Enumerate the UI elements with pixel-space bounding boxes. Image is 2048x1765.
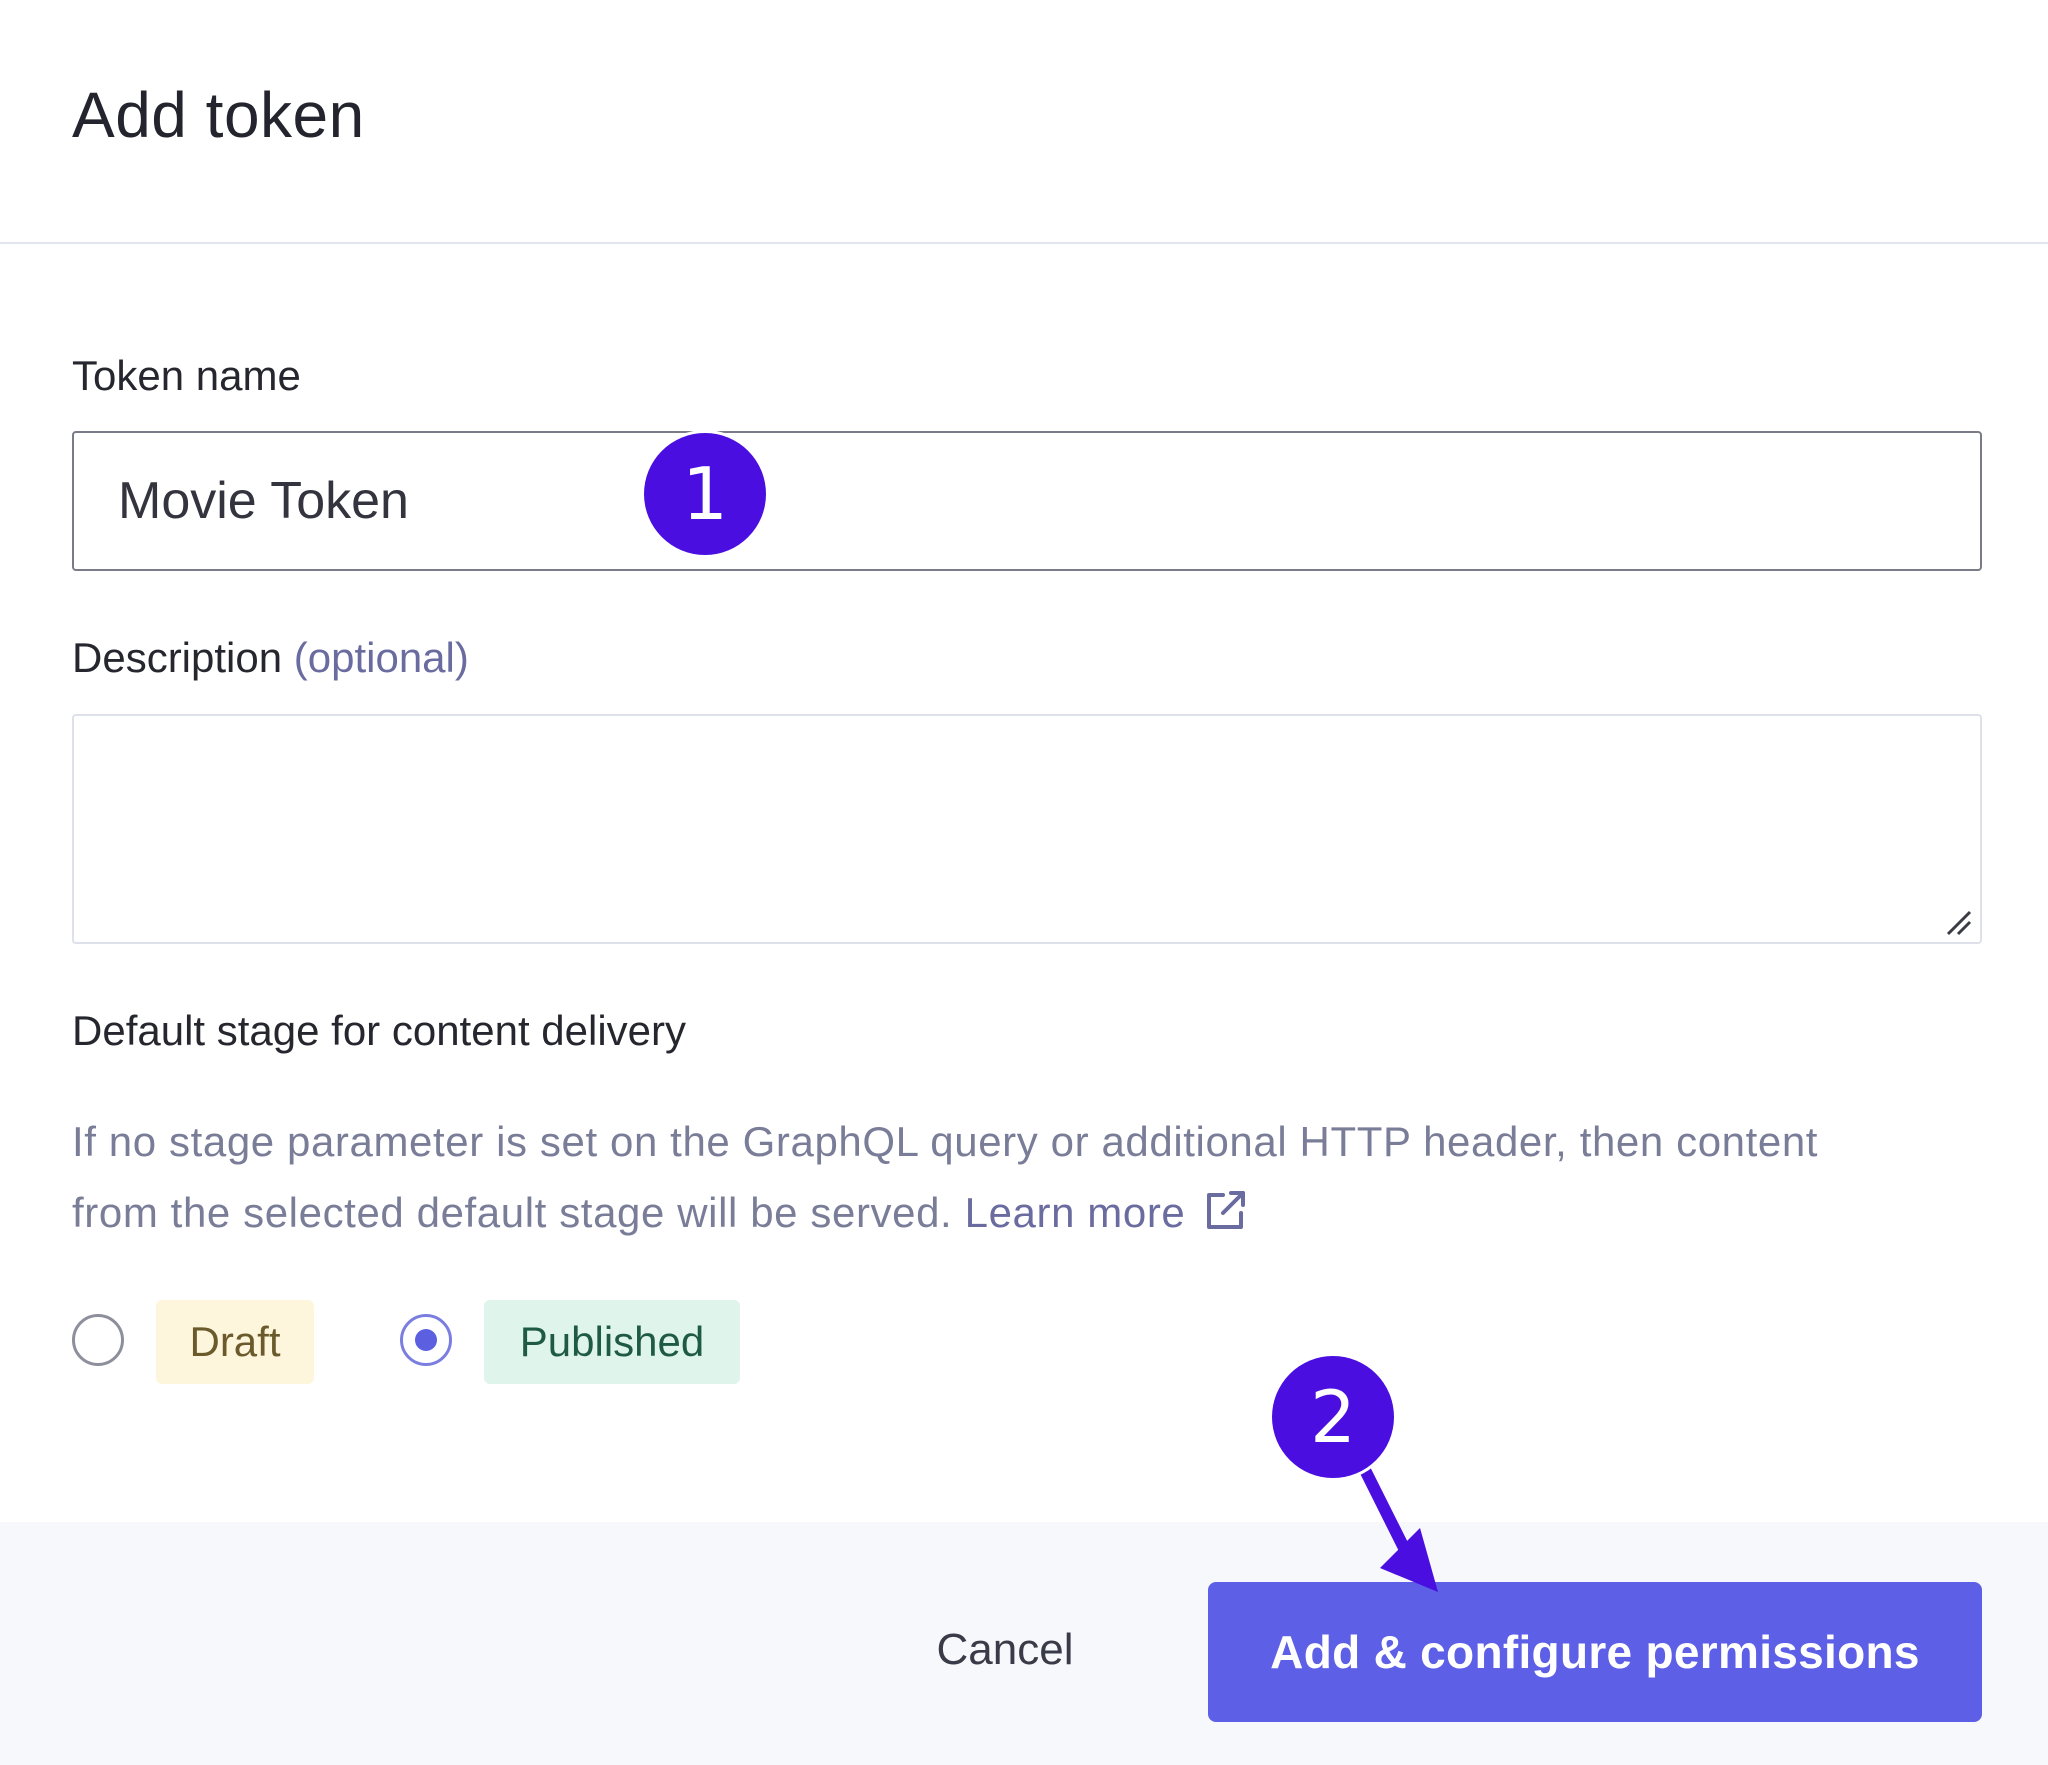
dialog-title: Add token (72, 79, 365, 151)
optional-hint: (optional) (293, 634, 469, 681)
published-radio-dot (415, 1329, 437, 1351)
cancel-button[interactable]: Cancel (910, 1590, 1100, 1710)
step-2-annotation: 2 (1272, 1356, 1394, 1478)
learn-more-link[interactable]: Learn more (965, 1189, 1186, 1236)
step-1-annotation: 1 (644, 433, 766, 555)
published-chip[interactable]: Published (484, 1300, 740, 1384)
dialog-header: Add token (0, 0, 2048, 244)
published-radio[interactable] (400, 1314, 452, 1366)
external-link-icon[interactable] (1203, 1187, 1249, 1233)
stage-label: Default stage for content delivery (72, 1007, 687, 1054)
token-name-input[interactable]: Movie Token (72, 431, 1982, 571)
resize-handle-icon[interactable] (1942, 906, 1974, 938)
draft-chip[interactable]: Draft (156, 1300, 314, 1384)
draft-radio[interactable] (72, 1314, 124, 1366)
token-name-value: Movie Token (118, 472, 409, 530)
stage-help-text: If no stage parameter is set on the Grap… (72, 1106, 1892, 1248)
add-token-dialog: Add token Token name Movie Token Descrip… (0, 0, 2048, 1765)
stage-help-body: If no stage parameter is set on the Grap… (72, 1118, 1819, 1236)
description-label-text: Description (72, 634, 283, 681)
description-label: Description (optional) (72, 634, 469, 682)
token-name-label: Token name (72, 352, 301, 399)
description-textarea[interactable] (72, 714, 1982, 944)
